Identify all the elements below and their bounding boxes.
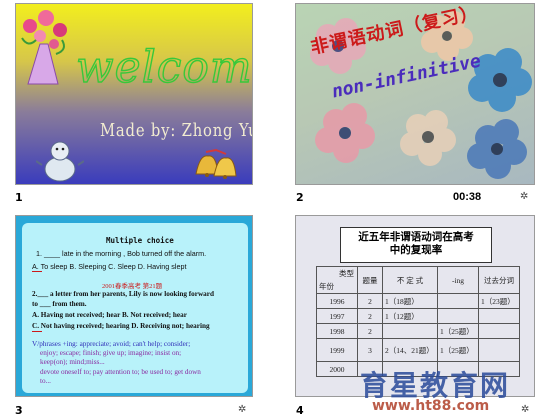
slide-thumbnail-3[interactable]: Multiple choice 1. ____ late in the morn… [15, 215, 253, 397]
phrase-list-1: V/phrases +ing: appreciate; avoid; can't… [32, 340, 191, 348]
table-header-cell: 不 定 式 [382, 266, 438, 294]
star-icon[interactable]: ✲ [520, 191, 528, 202]
table-cell: 1997 [316, 308, 358, 324]
header-type-label: 类型 [339, 269, 354, 278]
table-cell: 1（25题） [437, 338, 479, 362]
table-cell: 2（14、21题） [382, 338, 438, 362]
question-heading: Multiple choice [106, 236, 174, 245]
table-cell [478, 323, 520, 339]
phrase-list-4: devote oneself to; pay attention to; be … [40, 368, 201, 376]
watermark-url: www.ht88.com [372, 398, 490, 414]
frequency-table: 类型 年份 题量 不 定 式 -ing 过去分词 1996 2 1（18题） 1… [316, 266, 520, 377]
table-header-row: 类型 年份 题量 不 定 式 -ing 过去分词 [316, 266, 520, 294]
welcome-title: welcome [75, 41, 253, 93]
table-cell: 3 [357, 338, 383, 362]
table-cell: 2 [357, 293, 383, 309]
table-cell [478, 338, 520, 362]
star-icon[interactable]: ✲ [238, 404, 246, 415]
table-row: 1998 2 1（25题） [316, 323, 520, 339]
table-cell: 1（23题） [478, 293, 520, 309]
question-2-continued: to ___ from them. [32, 300, 87, 308]
table-cell: 1（25题） [437, 323, 479, 339]
table-cell: 1（18题） [382, 293, 438, 309]
table-cell: 1996 [316, 293, 358, 309]
table-corner-cell: 类型 年份 [316, 266, 358, 294]
table-cell [382, 323, 438, 339]
title-line-1: 近五年非谓语动词在高考 [358, 231, 474, 243]
question-1-options: A. To sleep B. Sleeping C. Sleep D. Havi… [32, 262, 187, 271]
table-cell: 1999 [316, 338, 358, 362]
question-1: 1. ____ late in the morning , Bob turned… [36, 249, 207, 258]
slide-number: 3 [15, 404, 23, 417]
answer-mark [32, 271, 42, 272]
question-2-options-a: A. Having not received; hear B. Not rece… [32, 311, 187, 319]
table-header-cell: 题量 [357, 266, 383, 294]
table-header-cell: 过去分词 [478, 266, 520, 294]
table-cell [478, 308, 520, 324]
table-cell: 1（12题） [382, 308, 438, 324]
slide-number: 4 [296, 404, 304, 417]
table-row: 1997 2 1（12题） [316, 308, 520, 324]
exam-note: 2001春季高考 第21题 [102, 283, 163, 290]
title-line-2: 中的复现率 [389, 244, 443, 256]
table-cell: 2 [357, 323, 383, 339]
flower-bouquet-icon [21, 10, 67, 85]
table-row: 1999 3 2（14、21题） 1（25题） [316, 338, 520, 362]
table-header-cell: -ing [437, 266, 479, 294]
phrase-list-3: keep(on); mind;miss... [40, 358, 105, 366]
table-cell: 2 [357, 308, 383, 324]
question-2-options-c: C. Not having received; hearing D. Recei… [32, 322, 210, 330]
phrase-list-5: to... [40, 377, 51, 385]
title-box: 近五年非谓语动词在高考 中的复现率 [340, 227, 492, 263]
table-cell: 2000 [316, 361, 358, 377]
table-cell [437, 308, 479, 324]
answer-mark [32, 331, 42, 332]
slide-thumbnail-1[interactable]: welcome Made by: Zhong Yuping [15, 3, 253, 185]
star-icon[interactable]: ✲ [521, 404, 529, 415]
slide-timing: 00:38 [453, 191, 482, 203]
author-line: Made by: Zhong Yuping [100, 120, 252, 141]
question-2: 2.___ a letter from her parents, Lily is… [32, 290, 214, 298]
table-cell [437, 293, 479, 309]
slide-number: 1 [15, 191, 23, 204]
slide-title: 近五年非谓语动词在高考 中的复现率 [341, 231, 491, 257]
phrase-list-2: enjoy; escape; finish; give up; imagine;… [40, 349, 182, 357]
bells-icon [195, 148, 237, 179]
slide-thumbnail-2[interactable]: 非谓语动词（复习） non-infinitive [295, 3, 535, 185]
header-year-label: 年份 [319, 282, 334, 291]
table-cell: 1998 [316, 323, 358, 339]
slide-number: 2 [296, 191, 304, 204]
table-row: 1996 2 1（18题） 1（23题） [316, 293, 520, 309]
content-panel: Multiple choice 1. ____ late in the morn… [22, 223, 248, 393]
snowman-icon [36, 141, 84, 182]
